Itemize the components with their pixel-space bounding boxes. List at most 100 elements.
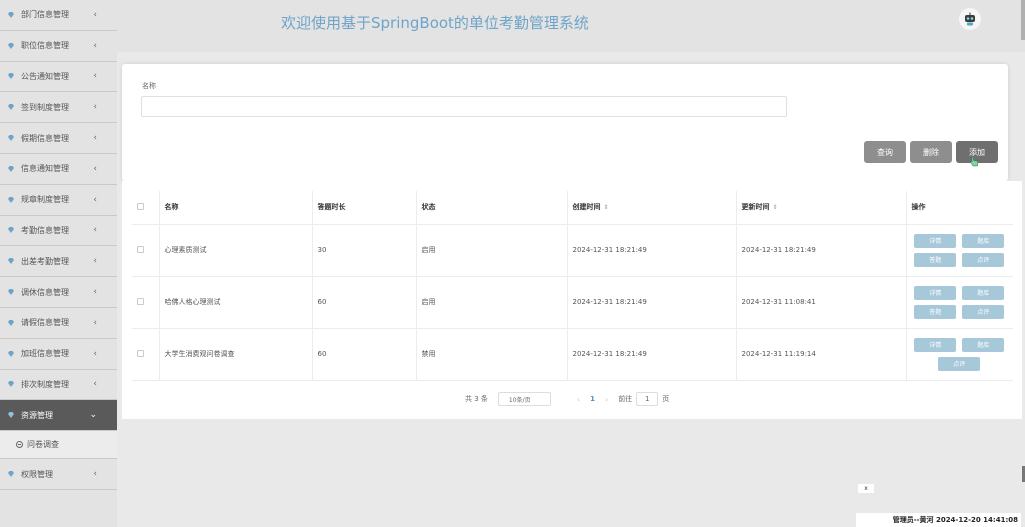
updated-cell: 2024-12-31 11:08:41 [736,276,907,329]
table-header-row: 名称 答题时长 状态 创建时间 ⇕ 更新时间 ⇕ 操作 [132,191,1013,225]
status-cell: 启用 [416,224,568,277]
goto-prefix: 前往 [618,395,633,403]
table-row: 哈佛人格心理测试 60 启用 2024-12-31 18:21:49 2024-… [132,276,1013,329]
status-cell: 禁用 [416,328,568,381]
status-cell: 启用 [416,276,568,329]
close-icon[interactable]: x [858,484,874,493]
sidebar-item-label: 资源管理 [21,410,53,420]
sidebar-item-rules[interactable]: 规章制度管理 ‹ [0,184,117,216]
duration-cell: 60 [312,328,417,381]
question-bank-button[interactable]: 题库 [962,233,1005,248]
sidebar-item-label: 公告通知管理 [21,71,69,81]
answer-button[interactable]: 答题 [914,252,957,267]
query-button[interactable]: 查询 [864,141,906,163]
scrollbar[interactable] [1021,0,1025,40]
sidebar-item-holiday[interactable]: 假期信息管理 ‹ [0,123,117,154]
minus-circle-icon [16,441,23,449]
sidebar-item-time-off[interactable]: 调休信息管理 ‹ [0,277,117,308]
row-checkbox[interactable] [137,349,144,357]
actions-cell: 详情 题库 点评 [906,328,1013,381]
gem-icon [7,350,15,358]
chevron-left-icon: ‹ [93,256,97,267]
answer-button[interactable]: 答题 [914,304,957,319]
sidebar-item-shift[interactable]: 排次制度管理 ‹ [0,369,117,401]
sidebar-item-business-trip[interactable]: 出差考勤管理 ‹ [0,246,117,278]
gem-icon [7,134,15,142]
column-header: 状态 [416,191,568,225]
actions-cell: 详情 题库 答题 点评 [906,276,1013,329]
row-select-cell[interactable] [132,224,160,277]
sort-icon[interactable]: ⇕ [604,204,609,211]
page-number-current[interactable]: 1 [590,395,595,403]
robot-avatar-icon[interactable] [959,8,981,30]
question-bank-button[interactable]: 题库 [962,337,1005,352]
gem-icon [7,380,15,388]
sort-icon[interactable]: ⇕ [773,204,778,211]
sidebar-item-label: 加班信息管理 [21,349,69,359]
row-checkbox[interactable] [137,297,144,305]
sidebar-subitem-questionnaire[interactable]: 问卷调查 [0,431,117,460]
column-header-sortable[interactable]: 更新时间 ⇕ [736,191,907,225]
select-all-checkbox[interactable] [137,202,144,210]
sidebar-item-department[interactable]: 部门信息管理 ‹ [0,0,117,31]
review-button[interactable]: 点评 [962,252,1005,267]
gem-icon [7,11,15,19]
prev-page-icon[interactable]: ‹ [577,395,580,404]
question-bank-button[interactable]: 题库 [962,285,1005,300]
sidebar-item-attendance[interactable]: 考勤信息管理 ‹ [0,215,117,247]
created-cell: 2024-12-31 18:21:49 [567,224,737,277]
gem-icon [7,103,15,111]
sidebar-item-info-notice[interactable]: 信息通知管理 ‹ [0,153,117,185]
page-title: 欢迎使用基于SpringBoot的单位考勤管理系统 [281,14,589,32]
detail-button[interactable]: 详情 [914,285,957,300]
top-header: 欢迎使用基于SpringBoot的单位考勤管理系统 [117,0,1025,52]
delete-button[interactable]: 删除 [910,141,952,163]
row-select-cell[interactable] [132,328,160,381]
goto-suffix: 页 [662,395,670,403]
review-button[interactable]: 点评 [962,304,1005,319]
goto-page-input[interactable]: 1 [636,392,659,406]
sidebar-item-position[interactable]: 职位信息管理 ‹ [0,30,117,62]
sidebar-item-leave[interactable]: 请假信息管理 ‹ [0,307,117,339]
chevron-left-icon: ‹ [93,163,97,174]
updated-cell: 2024-12-31 11:19:14 [736,328,907,381]
gem-icon [7,319,15,327]
chevron-left-icon: ‹ [93,9,97,20]
pagination: 共 3 条 10条/页 ‹ 1 › 前往 1 页 [465,392,669,406]
sidebar-item-permissions[interactable]: 权限管理 ‹ [0,459,117,490]
table-panel: 名称 答题时长 状态 创建时间 ⇕ 更新时间 ⇕ 操作 心理素质测试 30 启用 2… [122,181,1022,419]
sidebar-item-overtime[interactable]: 加班信息管理 ‹ [0,338,117,370]
sidebar-item-signin[interactable]: 签到制度管理 ‹ [0,92,117,124]
sidebar-item-label: 假期信息管理 [21,133,69,143]
table-row: 心理素质测试 30 启用 2024-12-31 18:21:49 2024-12… [132,224,1013,277]
select-all-cell[interactable] [132,191,160,225]
row-select-cell[interactable] [132,276,160,329]
chevron-left-icon: ‹ [93,133,97,144]
chevron-left-icon: ‹ [93,287,97,298]
name-search-input[interactable] [141,96,787,117]
sidebar-item-label: 请假信息管理 [21,318,69,328]
detail-button[interactable]: 详情 [914,337,957,352]
sidebar-item-notice[interactable]: 公告通知管理 ‹ [0,61,117,93]
sidebar: 部门信息管理 ‹ 职位信息管理 ‹ 公告通知管理 ‹ 签到制度管理 ‹ 假期信息… [0,0,117,527]
gem-icon [7,288,15,296]
sidebar-item-resources[interactable]: 资源管理 ⌄ [0,400,117,432]
sidebar-item-label: 部门信息管理 [21,10,69,20]
chevron-down-icon: ⌄ [89,410,97,421]
column-header-sortable[interactable]: 创建时间 ⇕ [567,191,737,225]
next-page-icon[interactable]: › [605,395,608,404]
sidebar-subitem-label: 问卷调查 [27,440,59,450]
chevron-left-icon: ‹ [93,71,97,82]
sidebar-item-label: 职位信息管理 [21,41,69,51]
search-panel: 名称 查询 删除 添加 [122,64,1008,181]
chevron-left-icon: ‹ [93,102,97,113]
review-button[interactable]: 点评 [938,356,981,371]
detail-button[interactable]: 详情 [914,233,957,248]
gem-icon [7,470,15,478]
chevron-left-icon: ‹ [93,225,97,236]
row-checkbox[interactable] [137,245,144,253]
column-header-label: 更新时间 [741,203,770,212]
page-size-select[interactable]: 10条/页 [497,392,551,406]
name-cell: 心理素质测试 [159,224,313,277]
created-cell: 2024-12-31 18:21:49 [567,328,737,381]
